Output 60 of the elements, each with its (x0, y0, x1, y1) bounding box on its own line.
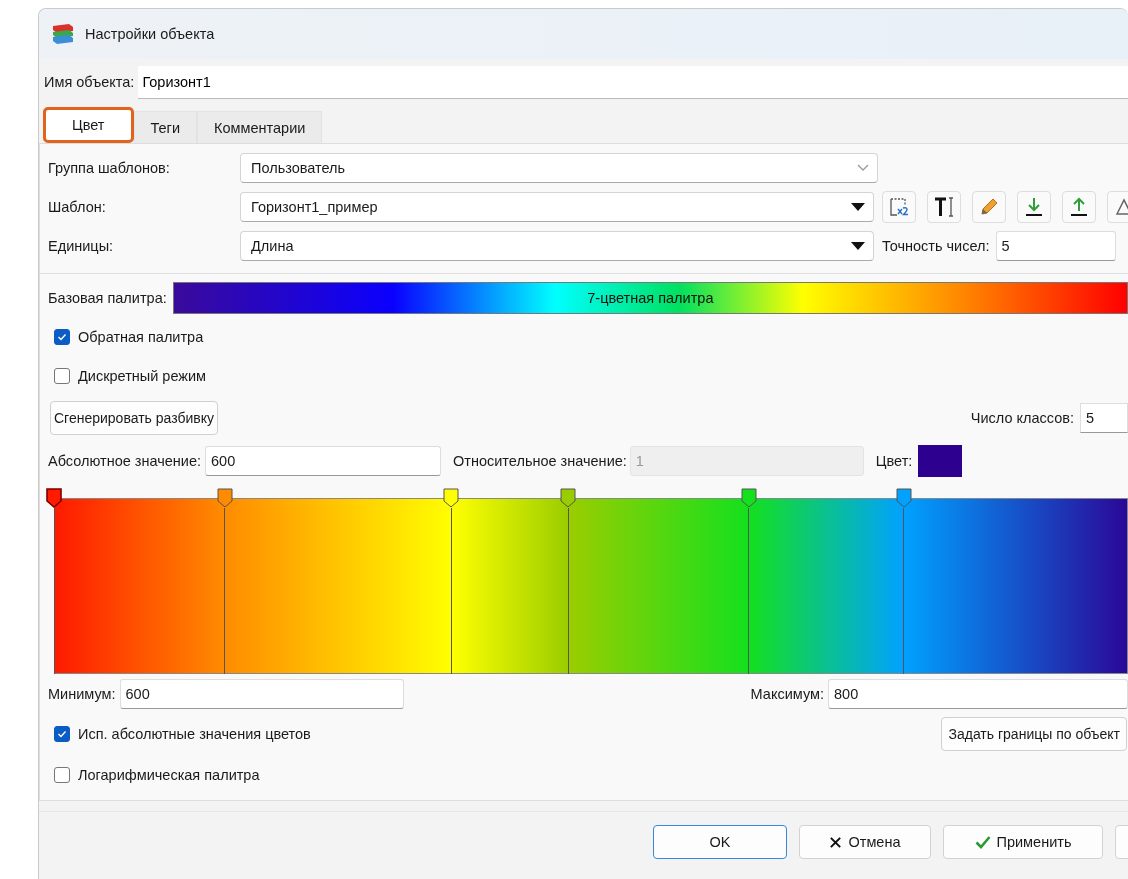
field-label: Минимум: (48, 685, 116, 702)
field-label: Базовая палитра: (48, 289, 167, 306)
color-swatch[interactable] (918, 444, 963, 477)
checkmark-icon (56, 728, 68, 740)
ok-button[interactable]: OK (653, 825, 787, 859)
tab[interactable]: Цвет (43, 107, 134, 143)
window-title: Настройки объекта (85, 26, 215, 42)
checkbox[interactable] (54, 766, 70, 783)
dropdown-arrow-icon (851, 202, 865, 211)
copy-icon (888, 195, 910, 218)
download-icon (1023, 195, 1045, 218)
color-stop-handle[interactable] (560, 488, 577, 508)
field-label: Единицы: (48, 237, 115, 254)
color-stop-handle[interactable] (216, 488, 233, 508)
apply-button[interactable]: Применить (943, 825, 1103, 859)
precision-field[interactable]: 5 (995, 230, 1116, 261)
class-count-spinbox[interactable]: 5 (1080, 403, 1128, 433)
field-label: Цвет: (875, 452, 913, 469)
layers-icon (51, 23, 75, 45)
tab[interactable]: Теги (133, 111, 197, 143)
field-label: Точность чисел: (882, 237, 990, 254)
field-label: Абсолютное значение: (48, 452, 201, 469)
units-dropdown[interactable]: Длина (240, 230, 874, 261)
palette-dropdown[interactable]: 7-цветная палитра (172, 281, 1128, 314)
color-stop-handle[interactable] (46, 488, 62, 508)
chevron-down-icon (857, 163, 869, 172)
field-label: Группа шаблонов: (48, 159, 171, 176)
toolbar-button[interactable] (1017, 190, 1051, 223)
color-stop-handle[interactable] (443, 488, 460, 508)
color-stop-handle[interactable] (895, 488, 912, 508)
checkbox-label: Логарифмическая палитра (78, 766, 260, 783)
checkbox-label: Дискретный режим (78, 367, 207, 384)
field-label: Относительное значение: (453, 452, 627, 469)
dropdown-arrow-icon (851, 241, 865, 250)
maximum-field[interactable]: 800 (828, 678, 1128, 709)
color-stop-handle[interactable] (740, 488, 757, 508)
toolbar-button[interactable] (927, 190, 961, 223)
checkbox[interactable] (54, 328, 70, 345)
name-field[interactable]: Горизонт1 (138, 65, 1128, 99)
text-tool-icon (933, 195, 955, 218)
field-label: Шаблон: (48, 198, 107, 215)
checkmark-icon (974, 835, 991, 849)
field-label: Число классов: (970, 410, 1074, 426)
checkbox[interactable] (54, 726, 70, 742)
checkbox-label: Обратная палитра (78, 328, 204, 345)
tab[interactable]: Комментарии (197, 111, 323, 143)
field-label: Имя объекта: (44, 73, 136, 92)
minimum-field[interactable]: 600 (119, 678, 404, 709)
field-label: Максимум: (750, 685, 824, 702)
template-dropdown[interactable]: Горизонт1_пример (240, 191, 874, 222)
upload-icon (1068, 195, 1090, 218)
toolbar-button[interactable] (1062, 190, 1096, 223)
checkbox[interactable] (54, 367, 70, 384)
cancel-button[interactable]: Отмена (799, 825, 931, 859)
set-bounds-button[interactable]: Задать границы по объект (941, 717, 1127, 751)
absolute-value-field[interactable]: 600 (205, 445, 441, 476)
close-icon (829, 835, 843, 849)
checkbox-label: Исп. абсолютные значения цветов (78, 726, 311, 742)
template-group-dropdown[interactable]: Пользователь (240, 152, 878, 183)
generate-button[interactable]: Сгенерировать разбивку (50, 401, 218, 435)
